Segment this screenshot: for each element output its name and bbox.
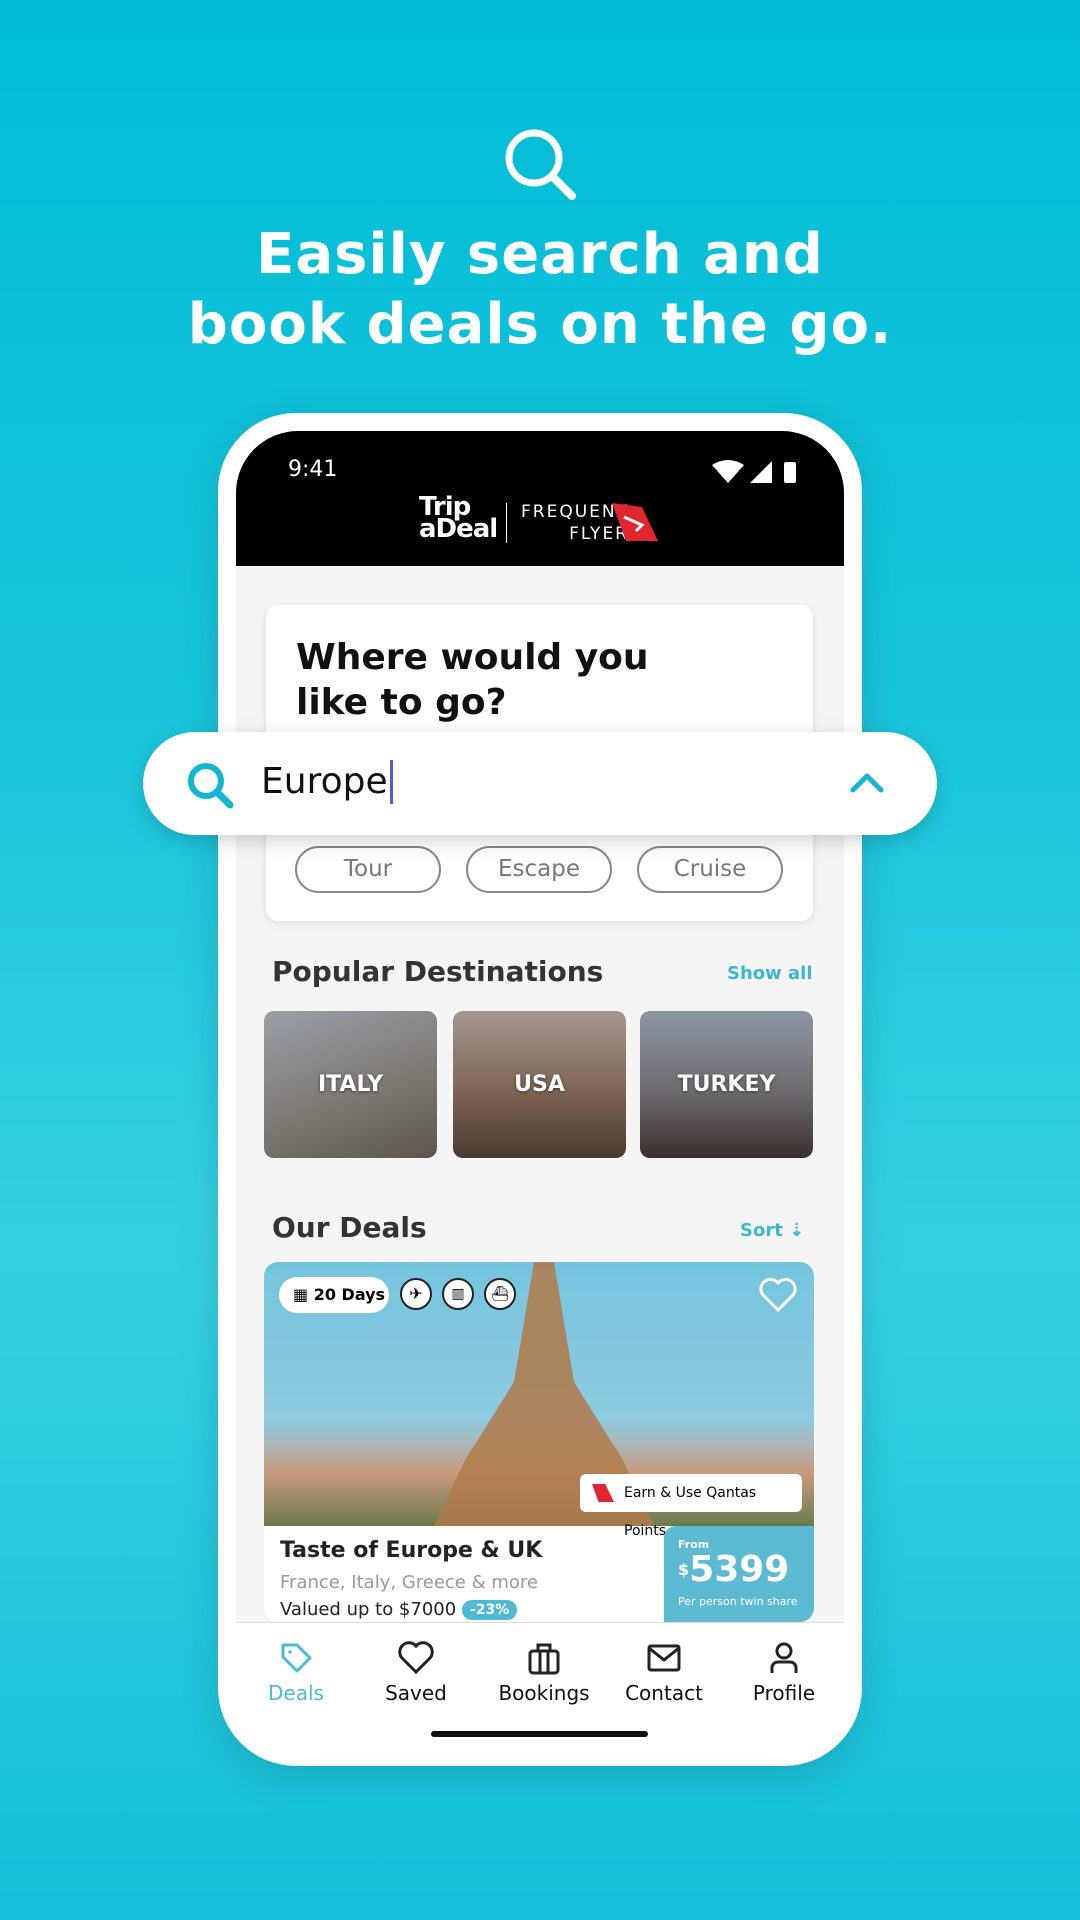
- deal-image: ▦ 20 Days ✈ ▥ ⛴ Earn & Use Qantas Points: [264, 1262, 814, 1539]
- home-indicator[interactable]: [431, 1731, 648, 1737]
- price-box: From $5399 Per person twin share: [664, 1526, 814, 1622]
- popular-title: Popular Destinations: [272, 955, 604, 988]
- qantas-icon: [592, 1484, 614, 1502]
- deal-title: Taste of Europe & UK: [280, 1538, 543, 1563]
- nav-saved[interactable]: Saved: [356, 1641, 476, 1705]
- type-escape-button[interactable]: Escape: [466, 846, 612, 893]
- search-icon: [188, 763, 234, 809]
- type-tour-button[interactable]: Tour: [295, 846, 441, 893]
- search-bar[interactable]: Europe: [143, 732, 937, 835]
- discount-badge: -23%: [462, 1600, 518, 1620]
- deal-valued: Valued up to $7000: [280, 1599, 457, 1620]
- logo-divider: [506, 503, 507, 543]
- price-value: 5399: [689, 1549, 790, 1590]
- mail-icon: [647, 1644, 681, 1672]
- cruise-icon: ⛴: [484, 1278, 516, 1310]
- user-icon: [770, 1642, 798, 1673]
- calendar-icon: ▦: [293, 1285, 309, 1304]
- duration-badge: ▦ 20 Days: [279, 1277, 389, 1313]
- chevron-up-icon[interactable]: [849, 770, 885, 794]
- price-note: Per person twin share: [678, 1595, 798, 1608]
- search-icon: [505, 129, 576, 200]
- nav-bookings[interactable]: Bookings: [484, 1641, 604, 1705]
- nav-contact[interactable]: Contact: [604, 1641, 724, 1705]
- price-currency: $: [678, 1560, 690, 1579]
- search-input[interactable]: Europe: [261, 760, 393, 804]
- headline-line-1: Easily search and: [256, 222, 824, 287]
- flight-icon: ✈: [400, 1278, 432, 1310]
- tag-icon: [281, 1643, 312, 1673]
- app-header: 9:41 Trip aDeal FREQUENT FLYER: [236, 431, 844, 566]
- qantas-points-badge: Earn & Use Qantas Points: [580, 1474, 802, 1539]
- nav-deals[interactable]: Deals: [236, 1641, 356, 1705]
- search-question: Where would you like to go?: [296, 637, 649, 723]
- destination-turkey[interactable]: TURKEY: [640, 1011, 813, 1158]
- type-cruise-button[interactable]: Cruise: [637, 846, 783, 893]
- destination-usa[interactable]: USA: [453, 1011, 626, 1158]
- sort-icon: ⇣: [789, 1220, 805, 1241]
- qantas-tail-icon: [612, 503, 658, 541]
- bottom-nav: Deals Saved Bookings Contact Profile: [236, 1622, 844, 1747]
- sort-button[interactable]: Sort ⇣: [740, 1220, 804, 1241]
- show-all-link[interactable]: Show all: [727, 963, 813, 984]
- status-icons: [712, 460, 796, 483]
- deals-title: Our Deals: [272, 1211, 427, 1244]
- status-time: 9:41: [288, 457, 338, 482]
- heart-icon[interactable]: [759, 1278, 797, 1312]
- heart-icon: [398, 1641, 434, 1675]
- deal-card[interactable]: ▦ 20 Days ✈ ▥ ⛴ Earn & Use Qantas Points…: [264, 1262, 814, 1622]
- headline-line-2: book deals on the go.: [187, 292, 893, 357]
- destination-italy[interactable]: ITALY: [264, 1011, 437, 1158]
- map-icon: ▥: [442, 1278, 474, 1310]
- nav-profile[interactable]: Profile: [724, 1641, 844, 1705]
- deal-subtitle: France, Italy, Greece & more: [280, 1572, 538, 1593]
- tripadeal-logo: Trip aDeal: [419, 492, 498, 544]
- phone-screen: 9:41 Trip aDeal FREQUENT FLYER Where would…: [236, 431, 844, 1747]
- suitcase-icon: [528, 1643, 560, 1675]
